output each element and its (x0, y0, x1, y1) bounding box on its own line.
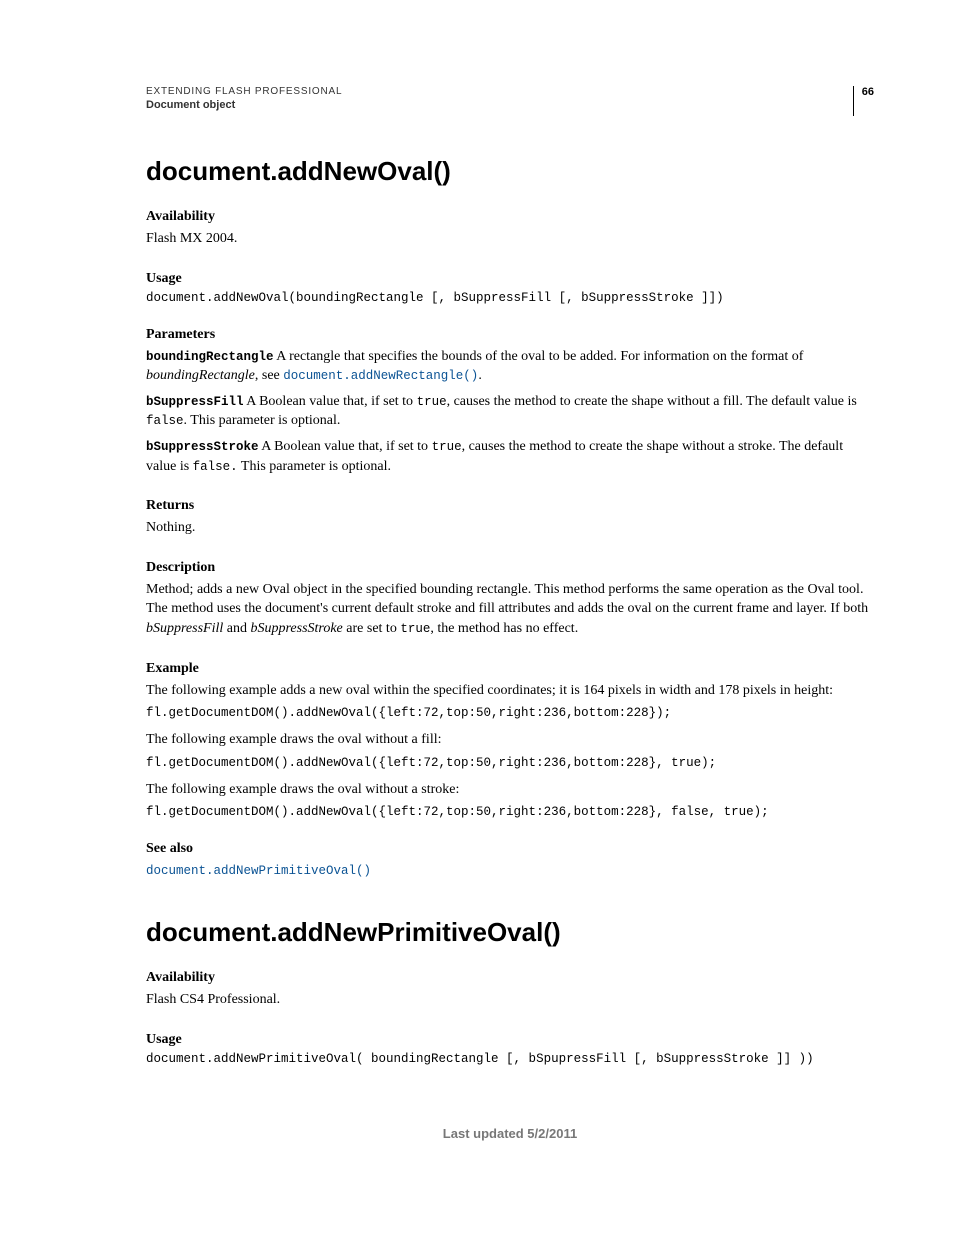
footer-last-updated: Last updated 5/2/2011 (146, 1126, 874, 1141)
param-name: boundingRectangle (146, 350, 274, 364)
text: and (223, 621, 250, 636)
text-italic: bSuppressStroke (250, 621, 342, 636)
text: are set to (343, 621, 401, 636)
availability-heading: Availability (146, 209, 874, 225)
link-addnewrectangle[interactable]: document.addNewRectangle() (283, 369, 478, 383)
param-name: bSuppressStroke (146, 440, 259, 454)
param-bsuppressstroke: bSuppressStroke A Boolean value that, if… (146, 437, 874, 476)
returns-heading: Returns (146, 498, 874, 514)
availability-heading-2: Availability (146, 970, 874, 986)
code-inline: false (146, 414, 184, 428)
example-code-3: fl.getDocumentDOM().addNewOval({left:72,… (146, 805, 874, 819)
page-header-title: EXTENDING FLASH PROFESSIONAL (146, 86, 342, 97)
seealso-heading: See also (146, 841, 874, 857)
parameters-heading: Parameters (146, 327, 874, 343)
link-addnewprimitiveoval[interactable]: document.addNewPrimitiveOval() (146, 864, 371, 878)
text: , causes the method to create the shape … (447, 394, 857, 409)
example-code-2: fl.getDocumentDOM().addNewOval({left:72,… (146, 756, 874, 770)
page-header-subtitle: Document object (146, 99, 342, 111)
example-heading: Example (146, 661, 874, 677)
example-intro-2: The following example draws the oval wit… (146, 730, 874, 750)
code-inline: true (417, 395, 447, 409)
example-intro-1: The following example adds a new oval wi… (146, 681, 874, 701)
usage-code-2: document.addNewPrimitiveOval( boundingRe… (146, 1052, 874, 1066)
text: A Boolean value that, if set to (259, 439, 432, 454)
code-inline: true (400, 622, 430, 636)
param-name: bSuppressFill (146, 395, 244, 409)
section-heading-addnewprimitiveoval: document.addNewPrimitiveOval() (146, 917, 874, 948)
usage-heading-2: Usage (146, 1032, 874, 1048)
code-inline: true (432, 440, 462, 454)
text: . This parameter is optional. (184, 413, 341, 428)
usage-heading: Usage (146, 271, 874, 287)
text: , the method has no effect. (430, 621, 578, 636)
returns-value: Nothing. (146, 518, 874, 538)
param-bsuppressfill: bSuppressFill A Boolean value that, if s… (146, 392, 874, 431)
description-heading: Description (146, 560, 874, 576)
page-number: 66 (853, 86, 874, 116)
text: A Boolean value that, if set to (244, 394, 417, 409)
param-boundingrectangle: boundingRectangle A rectangle that speci… (146, 347, 874, 386)
text: This parameter is optional. (238, 459, 391, 474)
availability-value-2: Flash CS4 Professional. (146, 990, 874, 1010)
description-text: Method; adds a new Oval object in the sp… (146, 580, 874, 639)
example-intro-3: The following example draws the oval wit… (146, 780, 874, 800)
usage-code: document.addNewOval(boundingRectangle [,… (146, 291, 874, 305)
text: . (478, 368, 482, 383)
text: Method; adds a new Oval object in the sp… (146, 582, 868, 617)
example-code-1: fl.getDocumentDOM().addNewOval({left:72,… (146, 706, 874, 720)
code-inline: false. (193, 460, 238, 474)
text-italic: bSuppressFill (146, 621, 223, 636)
text: A rectangle that specifies the bounds of… (274, 349, 804, 364)
availability-value: Flash MX 2004. (146, 229, 874, 249)
text: , see (255, 368, 283, 383)
section-heading-addnewoval: document.addNewOval() (146, 156, 874, 187)
text-italic: boundingRectangle (146, 368, 255, 383)
